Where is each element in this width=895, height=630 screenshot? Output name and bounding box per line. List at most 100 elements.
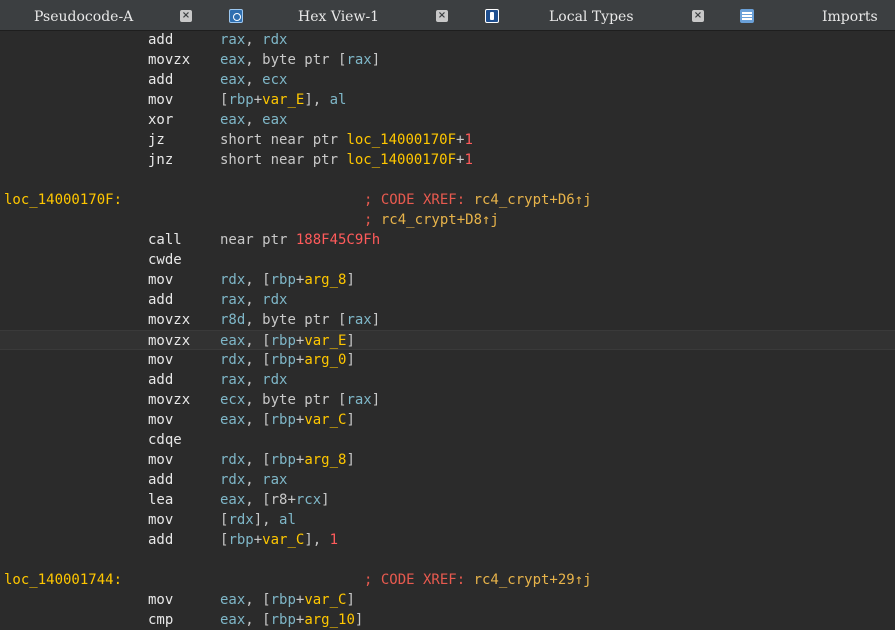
mnemonic[interactable]: mov: [148, 410, 173, 430]
operands[interactable]: eax, [r8+rcx]: [220, 490, 330, 510]
mnemonic[interactable]: add: [148, 470, 173, 490]
operands[interactable]: rdx, [rbp+arg_8]: [220, 450, 355, 470]
operand-token[interactable]: var_E: [262, 92, 304, 108]
mnemonic[interactable]: mov: [148, 590, 173, 610]
operands[interactable]: eax, ecx: [220, 70, 287, 90]
close-icon[interactable]: ×: [180, 10, 192, 22]
blank-line[interactable]: [0, 170, 895, 190]
mnemonic[interactable]: jz: [148, 130, 165, 150]
instruction-line[interactable]: call near ptr 188F45C9Fh: [0, 230, 895, 250]
operands[interactable]: rax, rdx: [220, 30, 287, 50]
instruction-line[interactable]: movzx eax, [rbp+var_E]: [0, 330, 895, 350]
mnemonic[interactable]: cdqe: [148, 430, 182, 450]
mnemonic[interactable]: movzx: [148, 50, 190, 70]
code-label-line[interactable]: loc_140001744: ; CODE XREF: rc4_crypt+29↑…: [0, 570, 895, 590]
operands[interactable]: eax, [rbp+var_E]: [220, 331, 355, 351]
blank-line[interactable]: [0, 550, 895, 570]
instruction-line[interactable]: mov eax, [rbp+var_C]: [0, 410, 895, 430]
operands[interactable]: rdx, [rbp+arg_8]: [220, 270, 355, 290]
operands[interactable]: eax, eax: [220, 110, 287, 130]
mnemonic[interactable]: movzx: [148, 390, 190, 410]
instruction-line[interactable]: xor eax, eax: [0, 110, 895, 130]
operands[interactable]: eax, [rbp+var_C]: [220, 410, 355, 430]
mnemonic[interactable]: add: [148, 530, 173, 550]
instruction-line[interactable]: add rax, rdx: [0, 370, 895, 390]
instruction-line[interactable]: jz short near ptr loc_14000170F+1: [0, 130, 895, 150]
instruction-line[interactable]: add rdx, rax: [0, 470, 895, 490]
operands[interactable]: short near ptr loc_14000170F+1: [220, 150, 473, 170]
disassembly-listing[interactable]: add rax, rdx movzx eax, byte ptr [rax] add ea…: [0, 30, 895, 628]
operands[interactable]: eax, [rbp+var_C]: [220, 590, 355, 610]
instruction-line[interactable]: cwde: [0, 250, 895, 270]
instruction-line[interactable]: add rax, rdx: [0, 30, 895, 50]
operands[interactable]: eax, byte ptr [rax]: [220, 50, 380, 70]
instruction-line[interactable]: cdqe: [0, 430, 895, 450]
mnemonic[interactable]: movzx: [148, 310, 190, 330]
instruction-line[interactable]: add rax, rdx: [0, 290, 895, 310]
mnemonic[interactable]: lea: [148, 490, 173, 510]
instruction-line[interactable]: movzx ecx, byte ptr [rax]: [0, 390, 895, 410]
operand-token[interactable]: loc_14000170F: [346, 152, 456, 168]
mnemonic[interactable]: add: [148, 70, 173, 90]
operand-token[interactable]: loc_14000170F: [346, 132, 456, 148]
xref-link[interactable]: rc4_crypt+D8↑j: [381, 212, 499, 228]
operands[interactable]: ecx, byte ptr [rax]: [220, 390, 380, 410]
instruction-line[interactable]: ; rc4_crypt+D8↑j: [0, 210, 895, 230]
mnemonic[interactable]: call: [148, 230, 182, 250]
location-label[interactable]: loc_140001744:: [4, 570, 122, 590]
mnemonic[interactable]: xor: [148, 110, 173, 130]
operand-token[interactable]: var_C: [304, 592, 346, 608]
mnemonic[interactable]: add: [148, 30, 173, 50]
operands[interactable]: [rdx], al: [220, 510, 296, 530]
mnemonic[interactable]: add: [148, 370, 173, 390]
operand-token[interactable]: arg_8: [304, 452, 346, 468]
operand-token[interactable]: var_C: [304, 412, 346, 428]
instruction-line[interactable]: movzx eax, byte ptr [rax]: [0, 50, 895, 70]
instruction-line[interactable]: mov rdx, [rbp+arg_8]: [0, 450, 895, 470]
instruction-line[interactable]: mov eax, [rbp+var_C]: [0, 590, 895, 610]
instruction-line[interactable]: jnz short near ptr loc_14000170F+1: [0, 150, 895, 170]
operands[interactable]: rax, rdx: [220, 290, 287, 310]
mnemonic[interactable]: cwde: [148, 250, 182, 270]
operands[interactable]: [rbp+var_C], 1: [220, 530, 338, 550]
tab-imports[interactable]: Imports: [822, 0, 878, 30]
operands[interactable]: rdx, [rbp+arg_0]: [220, 350, 355, 370]
mnemonic[interactable]: mov: [148, 90, 173, 110]
xref-link[interactable]: rc4_crypt+29↑j: [474, 572, 592, 588]
mnemonic[interactable]: mov: [148, 350, 173, 370]
instruction-line[interactable]: add eax, ecx: [0, 70, 895, 90]
tab-pseudocode-a[interactable]: Pseudocode-A: [34, 0, 133, 30]
mnemonic[interactable]: mov: [148, 510, 173, 530]
operand-token[interactable]: arg_10: [304, 612, 355, 628]
mnemonic[interactable]: add: [148, 290, 173, 310]
instruction-line[interactable]: add [rbp+var_C], 1: [0, 530, 895, 550]
operands[interactable]: near ptr 188F45C9Fh: [220, 230, 380, 250]
mnemonic[interactable]: jnz: [148, 150, 173, 170]
instruction-line[interactable]: cmp eax, [rbp+arg_10]: [0, 610, 895, 630]
instruction-line[interactable]: mov [rdx], al: [0, 510, 895, 530]
instruction-line[interactable]: mov rdx, [rbp+arg_8]: [0, 270, 895, 290]
operand-token[interactable]: arg_8: [304, 272, 346, 288]
location-label[interactable]: loc_14000170F:: [4, 190, 122, 210]
mnemonic[interactable]: cmp: [148, 610, 173, 630]
tab-hex-view-1[interactable]: Hex View-1: [298, 0, 379, 30]
operand-token[interactable]: var_E: [304, 333, 346, 349]
operands[interactable]: eax, [rbp+arg_10]: [220, 610, 363, 630]
close-icon[interactable]: ×: [692, 10, 704, 22]
operand-token[interactable]: var_C: [262, 532, 304, 548]
xref-link[interactable]: rc4_crypt+D6↑j: [474, 192, 592, 208]
operands[interactable]: rax, rdx: [220, 370, 287, 390]
close-icon[interactable]: ×: [436, 10, 448, 22]
operands[interactable]: rdx, rax: [220, 470, 287, 490]
mnemonic[interactable]: mov: [148, 450, 173, 470]
mnemonic[interactable]: movzx: [148, 331, 190, 351]
operands[interactable]: r8d, byte ptr [rax]: [220, 310, 380, 330]
instruction-line[interactable]: mov rdx, [rbp+arg_0]: [0, 350, 895, 370]
instruction-line[interactable]: movzx r8d, byte ptr [rax]: [0, 310, 895, 330]
tab-local-types[interactable]: Local Types: [549, 0, 634, 30]
operands[interactable]: short near ptr loc_14000170F+1: [220, 130, 473, 150]
mnemonic[interactable]: mov: [148, 270, 173, 290]
code-label-line[interactable]: loc_14000170F: ; CODE XREF: rc4_crypt+D6↑…: [0, 190, 895, 210]
instruction-line[interactable]: mov [rbp+var_E], al: [0, 90, 895, 110]
instruction-line[interactable]: lea eax, [r8+rcx]: [0, 490, 895, 510]
